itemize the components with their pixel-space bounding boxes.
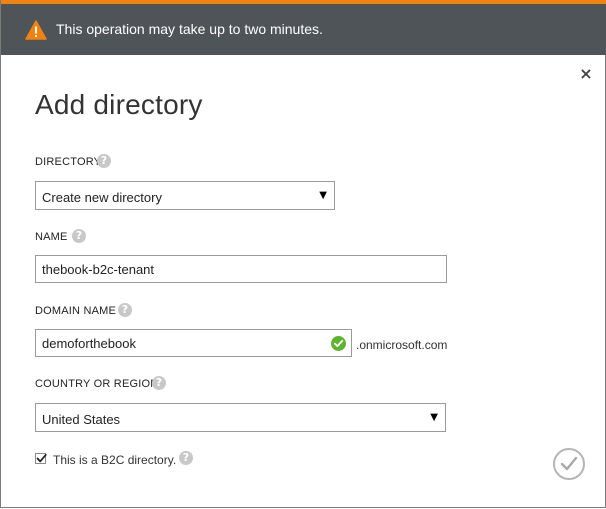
country-help-icon[interactable]: ?	[152, 376, 166, 390]
b2c-checkbox[interactable]	[35, 453, 47, 464]
check-circle-icon	[331, 336, 346, 351]
directory-help-icon[interactable]: ?	[97, 154, 111, 168]
name-label: NAME	[35, 231, 68, 243]
chevron-down-icon: ▼	[319, 190, 327, 201]
warning-triangle-icon	[25, 20, 47, 40]
directory-select[interactable]: Create new directory ▼	[35, 181, 335, 210]
name-help-icon[interactable]: ?	[72, 229, 86, 243]
chevron-down-icon: ▼	[430, 412, 438, 423]
warning-message: This operation may take up to two minute…	[56, 21, 323, 37]
domain-name-help-icon[interactable]: ?	[118, 303, 132, 317]
add-directory-dialog: This operation may take up to two minute…	[0, 0, 606, 508]
directory-label: DIRECTORY	[35, 156, 102, 168]
b2c-help-icon[interactable]: ?	[179, 451, 193, 465]
name-field[interactable]	[35, 255, 447, 283]
submit-button[interactable]	[553, 448, 585, 480]
checkmark-icon	[36, 453, 47, 463]
domain-name-label: DOMAIN NAME	[35, 305, 117, 317]
directory-select-value: Create new directory	[42, 190, 162, 205]
country-label: COUNTRY OR REGION	[35, 378, 159, 390]
country-select-value: United States	[42, 412, 121, 427]
close-icon[interactable]: ×	[578, 66, 594, 82]
country-select[interactable]: United States ▼	[35, 403, 446, 432]
dialog-title: Add directory	[35, 89, 203, 120]
checkmark-icon	[560, 456, 578, 471]
domain-suffix: .onmicrosoft.com	[356, 338, 448, 352]
b2c-checkbox-label: This is a B2C directory.	[53, 453, 177, 467]
warning-banner: This operation may take up to two minute…	[1, 0, 606, 55]
domain-name-field[interactable]	[35, 329, 352, 357]
